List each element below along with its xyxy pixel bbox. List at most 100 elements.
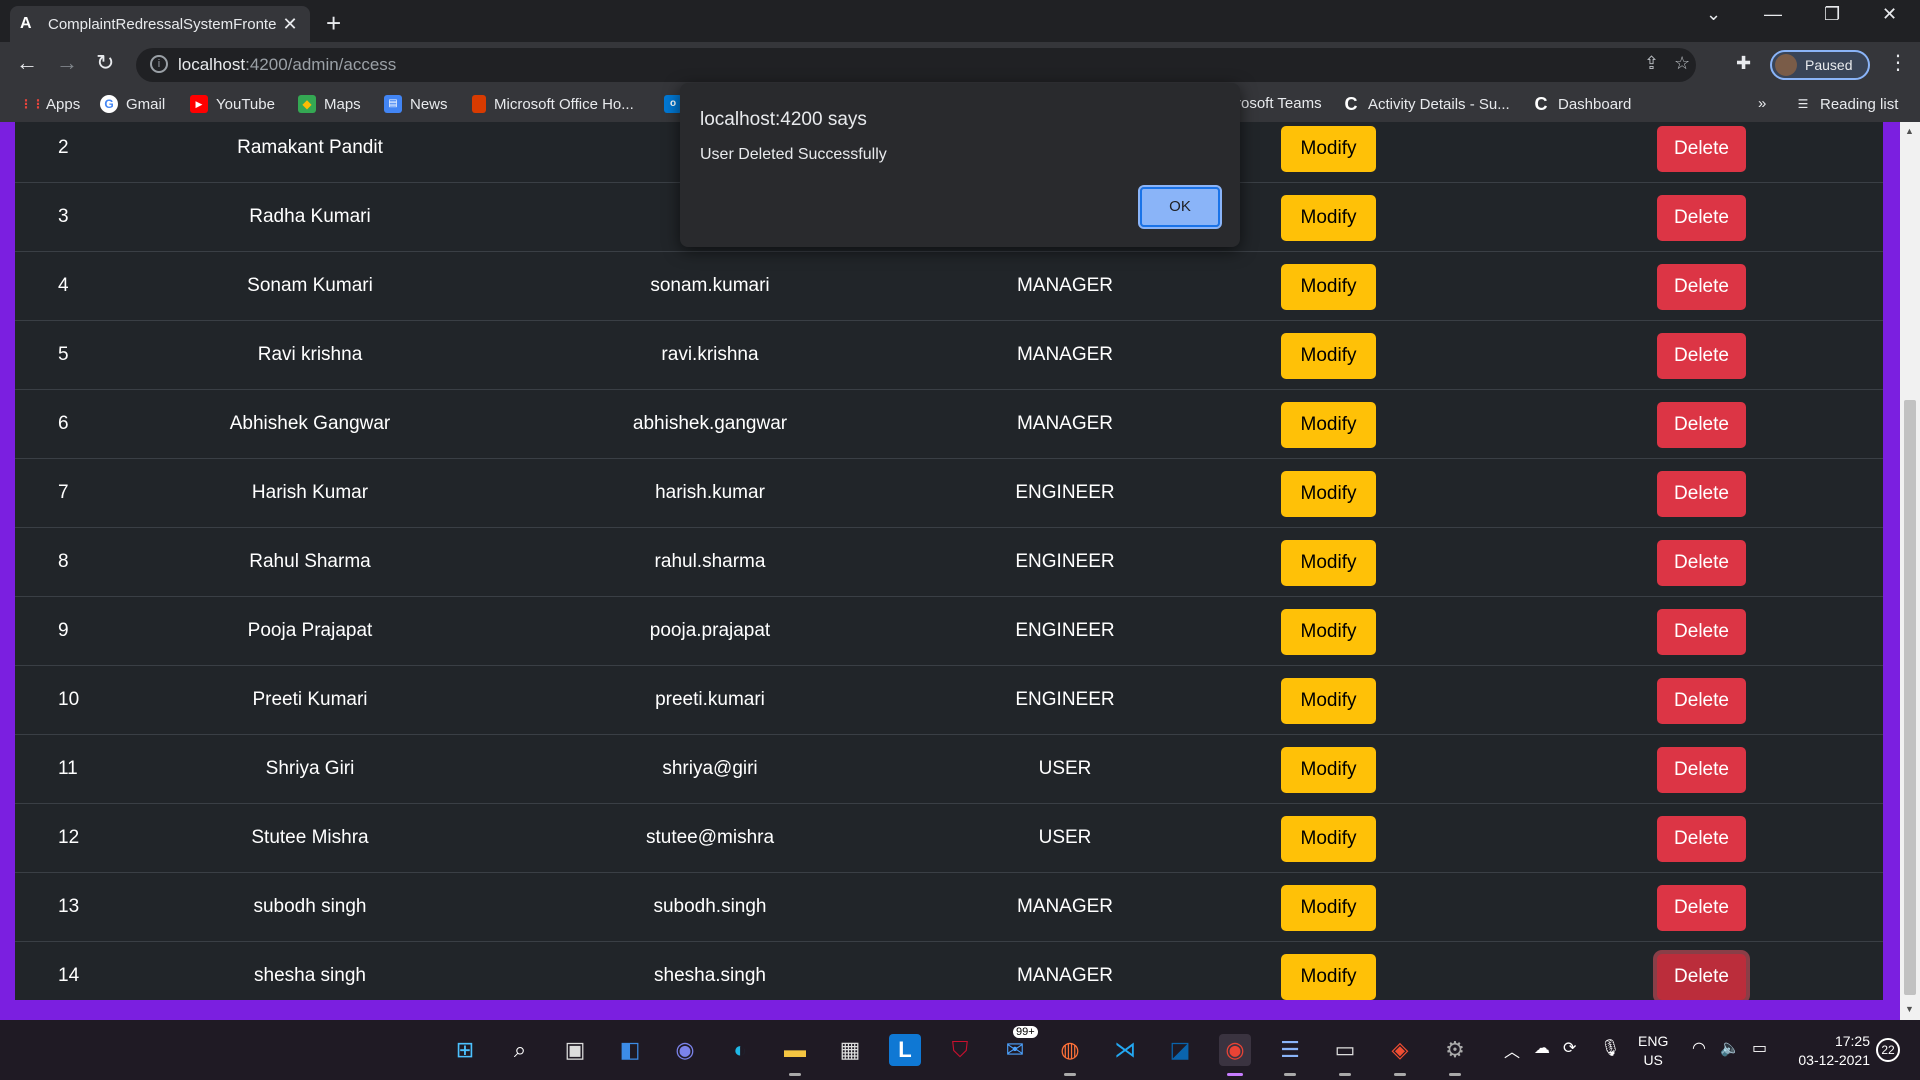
windows-start-icon[interactable]: ⊞ [449,1034,481,1066]
volume-icon[interactable]: 🔈 [1720,1038,1740,1058]
dialog-ok-button[interactable]: OK [1138,185,1222,229]
mysql-icon[interactable]: ▭ [1329,1034,1361,1076]
close-window-button[interactable]: ✕ [1882,4,1897,25]
bookmark-youtube[interactable]: ▶ YouTube [190,95,275,113]
user-name-cell: Pooja Prajapat [247,620,373,641]
user-name-cell: Ramakant Pandit [237,137,383,158]
modify-button[interactable]: Modify [1281,471,1376,517]
url-text[interactable]: localhost:4200/admin/access [178,55,396,75]
modify-button[interactable]: Modify [1281,678,1376,724]
wifi-icon[interactable]: ◠ [1692,1038,1706,1058]
vscode-icon[interactable]: ⋊ [1109,1034,1141,1066]
lang-line1: ENG [1638,1033,1669,1049]
onedrive-cloud-icon[interactable]: ☁ [1534,1038,1550,1058]
bookmark-apps[interactable]: ⋮⋮ Apps [20,95,80,113]
news-icon: ▤ [384,95,402,113]
role-cell: ENGINEER [1015,482,1115,503]
l-app-icon[interactable]: L [889,1034,921,1066]
tab-search-icon[interactable]: ⌄ [1706,4,1721,25]
modify-button[interactable]: Modify [1281,816,1376,862]
delete-button[interactable]: Delete [1657,747,1746,793]
modify-button[interactable]: Modify [1281,609,1376,655]
profile-status: Paused [1805,57,1853,73]
bookmark-gmail[interactable]: G Gmail [100,95,165,113]
scroll-down-arrow-icon[interactable]: ▼ [1905,1004,1914,1014]
modify-button[interactable]: Modify [1281,195,1376,241]
bookmark-teams[interactable]: rosoft Teams [1236,95,1322,112]
delete-button[interactable]: Delete [1657,885,1746,931]
address-bar[interactable]: i localhost:4200/admin/access ⇪ ☆ [136,48,1696,82]
modify-button[interactable]: Modify [1281,264,1376,310]
delete-button[interactable]: Delete [1657,333,1746,379]
back-button[interactable]: ← [16,50,38,76]
modify-button[interactable]: Modify [1281,126,1376,172]
bookmark-label: YouTube [216,95,275,113]
scrollbar-thumb[interactable] [1904,400,1916,995]
extensions-puzzle-icon[interactable]: ✚ [1736,53,1751,74]
delete-button[interactable]: Delete [1657,540,1746,586]
settings-gear-icon[interactable]: ⚙ [1439,1034,1471,1076]
more-bookmarks-icon[interactable]: » [1758,95,1766,112]
user-name-cell: Preeti Kumari [252,689,368,710]
reload-button[interactable]: ↻ [96,50,114,76]
bookmark-activity-details[interactable]: C Activity Details - Su... [1342,95,1510,113]
mcafee-icon[interactable]: ⛉ [944,1034,976,1066]
delete-button[interactable]: Delete [1657,126,1746,172]
modify-button[interactable]: Modify [1281,885,1376,931]
bookmark-dashboard[interactable]: C Dashboard [1532,95,1632,113]
delete-button[interactable]: Delete [1657,954,1746,1000]
delete-button[interactable]: Delete [1657,402,1746,448]
bookmark-office[interactable]: Microsoft Office Ho... [472,95,634,113]
clock[interactable]: 17:25 03-12-2021 [1790,1032,1870,1070]
git-icon[interactable]: ◈ [1384,1034,1416,1076]
modify-button[interactable]: Modify [1281,402,1376,448]
delete-button[interactable]: Delete [1657,264,1746,310]
new-tab-button[interactable]: + [326,8,341,39]
profile-button[interactable]: Paused [1770,50,1870,80]
sync-icon[interactable]: ⟳ [1563,1038,1576,1058]
firefox-icon[interactable]: ◍ [1054,1034,1086,1076]
microphone-icon[interactable]: 🎙 [1600,1038,1620,1058]
file-explorer-icon[interactable]: ▬ [779,1034,811,1076]
app-window-icon[interactable]: ☰ [1274,1034,1306,1076]
notification-count[interactable]: 22 [1876,1038,1900,1062]
bookmark-news[interactable]: ▤ News [384,95,448,113]
modify-button[interactable]: Modify [1281,540,1376,586]
outlook-icon[interactable]: ◪ [1164,1034,1196,1066]
restore-button[interactable]: ❐ [1824,4,1840,25]
delete-button[interactable]: Delete [1657,195,1746,241]
mail-icon[interactable]: ✉ 99+ [999,1026,1038,1066]
chat-icon[interactable]: ◉ [669,1034,701,1066]
modify-button[interactable]: Modify [1281,747,1376,793]
share-icon[interactable]: ⇪ [1644,53,1659,74]
chrome-icon[interactable]: ◉ [1219,1034,1251,1076]
minimize-button[interactable]: — [1764,4,1782,25]
reading-list-button[interactable]: ☰ Reading list [1794,95,1899,113]
delete-button[interactable]: Delete [1657,816,1746,862]
bookmark-maps[interactable]: ◆ Maps [298,95,361,113]
store-icon[interactable]: ▦ [834,1034,866,1066]
modify-button[interactable]: Modify [1281,954,1376,1000]
user-name-cell: Ravi krishna [257,344,363,365]
tray-overflow-icon[interactable]: ︿ [1504,1038,1520,1062]
user-id-cell: 11 [58,758,78,779]
search-icon[interactable]: ⌕ [504,1034,536,1066]
language-indicator[interactable]: ENG US [1638,1032,1668,1070]
modify-button[interactable]: Modify [1281,333,1376,379]
angular-icon: A [20,15,32,32]
scroll-up-arrow-icon[interactable]: ▲ [1905,126,1914,136]
delete-button[interactable]: Delete [1657,609,1746,655]
bookmark-star-icon[interactable]: ☆ [1674,53,1690,74]
browser-tab[interactable]: A ComplaintRedressalSystemFronte ✕ [10,6,310,42]
close-tab-icon[interactable]: ✕ [280,14,300,35]
edge-icon[interactable]: ◐ [724,1034,756,1066]
page-scrollbar[interactable]: ▲ ▼ [1900,122,1920,1020]
menu-kebab-icon[interactable]: ⋮ [1888,50,1908,75]
forward-button[interactable]: → [56,50,78,76]
site-info-icon[interactable]: i [150,55,168,73]
delete-button[interactable]: Delete [1657,678,1746,724]
delete-button[interactable]: Delete [1657,471,1746,517]
battery-icon[interactable]: ▭ [1752,1038,1767,1058]
task-view-icon[interactable]: ▣ [559,1034,591,1066]
widgets-icon[interactable]: ◧ [614,1034,646,1066]
